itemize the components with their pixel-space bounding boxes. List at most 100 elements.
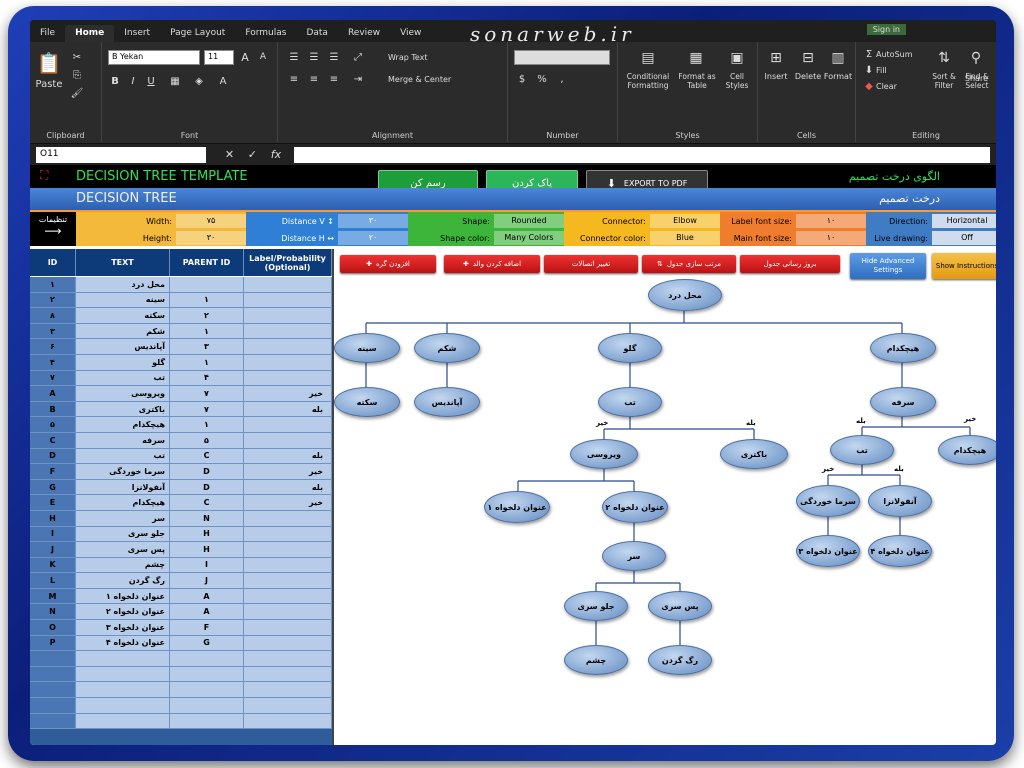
- distance-v-value[interactable]: ۳۰: [338, 214, 408, 228]
- cell-text[interactable]: عنوان دلخواه ۲: [76, 604, 170, 620]
- cell-id[interactable]: [30, 682, 76, 698]
- height-value[interactable]: ۳۰: [176, 231, 246, 245]
- cell-label[interactable]: [244, 526, 332, 542]
- table-row[interactable]: ۸ سکته ۲: [30, 308, 332, 324]
- cell-parent-id[interactable]: [170, 682, 244, 698]
- tree-node-bacterial[interactable]: باکتری: [720, 439, 788, 469]
- table-row[interactable]: [30, 651, 332, 667]
- tree-node-fever[interactable]: تب: [598, 387, 662, 417]
- cell-id[interactable]: P: [30, 635, 76, 651]
- cell-parent-id[interactable]: ۱: [170, 417, 244, 432]
- cell-label[interactable]: [244, 635, 332, 651]
- cell-text[interactable]: [76, 713, 170, 729]
- cell-parent-id[interactable]: [170, 713, 244, 729]
- cell-label[interactable]: بله: [244, 479, 332, 495]
- cell-id[interactable]: ۷: [30, 370, 76, 386]
- tree-node-neck[interactable]: رگ گردن: [648, 645, 712, 675]
- cell-label[interactable]: [244, 339, 332, 354]
- tree-node-back[interactable]: پس سری: [648, 591, 712, 621]
- cell-label[interactable]: [244, 277, 332, 292]
- cell-parent-id[interactable]: ۴: [170, 370, 244, 386]
- tab-formulas[interactable]: Formulas: [235, 25, 296, 42]
- delete-cells-icon[interactable]: ⊟: [794, 48, 822, 68]
- cell-label[interactable]: [244, 557, 332, 573]
- cell-text[interactable]: تب: [76, 370, 170, 386]
- insert-function-icon[interactable]: fx: [271, 148, 281, 161]
- cell-parent-id[interactable]: G: [170, 635, 244, 651]
- cell-id[interactable]: ۵: [30, 417, 76, 432]
- tree-node-custom2[interactable]: عنوان دلخواه ۲: [602, 491, 668, 523]
- cell-parent-id[interactable]: ۱: [170, 354, 244, 370]
- copy-icon[interactable]: ⎘: [70, 68, 84, 82]
- tab-data[interactable]: Data: [296, 25, 338, 42]
- cell-label[interactable]: بله: [244, 401, 332, 417]
- main-font-value[interactable]: ۱۰: [796, 231, 866, 245]
- cell-text[interactable]: رگ گردن: [76, 573, 170, 588]
- cell-parent-id[interactable]: [170, 666, 244, 682]
- align-left-icon[interactable]: ≡: [286, 72, 302, 86]
- tree-node-custom3[interactable]: عنوان دلخواه ۳: [796, 535, 860, 567]
- format-cells-button[interactable]: Format: [822, 70, 854, 82]
- comma-icon[interactable]: ,: [554, 72, 570, 86]
- cell-id[interactable]: E: [30, 495, 76, 510]
- cell-text[interactable]: عنوان دلخواه ۴: [76, 635, 170, 651]
- table-row[interactable]: P عنوان دلخواه ۴G: [30, 635, 332, 652]
- table-row[interactable]: C سرفه ۵: [30, 432, 332, 449]
- fill-icon[interactable]: ⬇: [862, 64, 876, 76]
- width-value[interactable]: ۷۵: [176, 214, 246, 228]
- table-row[interactable]: L رگ گردن J: [30, 573, 332, 589]
- indent-icon[interactable]: ⇥: [350, 72, 366, 86]
- cell-label[interactable]: [244, 510, 332, 526]
- cell-parent-id[interactable]: H: [170, 542, 244, 557]
- cell-text[interactable]: پس سری: [76, 542, 170, 557]
- cell-text[interactable]: سکته: [76, 308, 170, 323]
- cell-parent-id[interactable]: [170, 651, 244, 666]
- cell-parent-id[interactable]: C: [170, 495, 244, 510]
- cell-text[interactable]: جلو سری: [76, 526, 170, 542]
- cell-id[interactable]: ۳: [30, 323, 76, 339]
- cut-icon[interactable]: ✂: [70, 50, 84, 64]
- name-box[interactable]: O11: [36, 146, 206, 163]
- italic-icon[interactable]: I: [126, 74, 140, 88]
- number-format-field[interactable]: [514, 50, 610, 65]
- table-row[interactable]: M عنوان دلخواه ۱A: [30, 588, 332, 605]
- tree-node-none[interactable]: هیچکدام: [870, 333, 936, 363]
- align-center-icon[interactable]: ≡: [306, 72, 322, 86]
- cell-id[interactable]: ۱: [30, 277, 76, 292]
- conditional-formatting-icon[interactable]: ▤: [626, 48, 670, 68]
- cell-parent-id[interactable]: [170, 277, 244, 292]
- tree-node-stroke[interactable]: سکته: [334, 387, 400, 417]
- cell-text[interactable]: عنوان دلخواه ۱: [76, 588, 170, 604]
- merge-center-button[interactable]: Merge & Center: [388, 72, 468, 86]
- cell-id[interactable]: K: [30, 557, 76, 573]
- cell-parent-id[interactable]: D: [170, 479, 244, 495]
- font-name-field[interactable]: B Yekan: [108, 50, 200, 65]
- tab-page-layout[interactable]: Page Layout: [160, 25, 235, 42]
- cell-text[interactable]: سینه: [76, 292, 170, 308]
- cell-text[interactable]: هیچکدام: [76, 417, 170, 432]
- cell-text[interactable]: سرفه: [76, 432, 170, 448]
- sort-filter-button[interactable]: Sort & Filter: [926, 70, 962, 92]
- tree-node-appendix[interactable]: آپاندیس: [414, 387, 480, 417]
- table-row[interactable]: F سرما خوردگی D خیر: [30, 464, 332, 480]
- live-drawing-value[interactable]: Off: [932, 231, 996, 245]
- cell-parent-id[interactable]: ۱: [170, 323, 244, 339]
- table-row[interactable]: [30, 666, 332, 683]
- cell-label[interactable]: [244, 308, 332, 323]
- cell-id[interactable]: G: [30, 479, 76, 495]
- cell-label[interactable]: [244, 588, 332, 604]
- cell-id[interactable]: F: [30, 464, 76, 479]
- cell-text[interactable]: ویروسی: [76, 386, 170, 401]
- table-row[interactable]: ۳ شکم ۱: [30, 323, 332, 340]
- percent-icon[interactable]: %: [534, 72, 550, 86]
- font-size-field[interactable]: 11: [204, 50, 234, 65]
- autosum-icon[interactable]: Σ: [862, 48, 876, 60]
- table-row[interactable]: ۲ سینه ۱: [30, 292, 332, 309]
- cell-id[interactable]: B: [30, 401, 76, 417]
- cell-id[interactable]: H: [30, 510, 76, 526]
- cell-parent-id[interactable]: ۷: [170, 401, 244, 417]
- cell-parent-id[interactable]: ۲: [170, 308, 244, 323]
- label-font-value[interactable]: ۱۰: [796, 214, 866, 228]
- tree-node-fever2[interactable]: تب: [830, 435, 894, 465]
- table-row[interactable]: [30, 698, 332, 714]
